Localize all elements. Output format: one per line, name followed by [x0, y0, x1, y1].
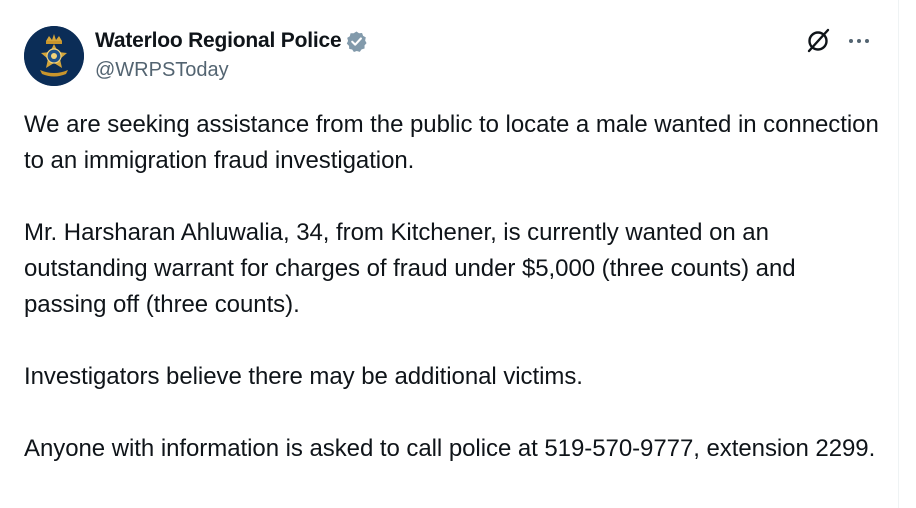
- column-divider: [898, 0, 899, 508]
- tweet-card: Waterloo Regional Police @WRPSToday We a…: [0, 0, 900, 508]
- police-crest-icon: [24, 26, 84, 86]
- author-name-row: Waterloo Regional Police: [95, 29, 368, 53]
- avatar[interactable]: [24, 26, 84, 86]
- grok-icon[interactable]: [804, 27, 832, 55]
- tweet-text: We are seeking assistance from the publi…: [24, 107, 884, 503]
- more-options-icon[interactable]: [846, 28, 872, 54]
- tweet-paragraph: We are seeking assistance from the publi…: [24, 111, 879, 174]
- display-name[interactable]: Waterloo Regional Police: [95, 29, 342, 53]
- tweet-paragraph: Mr. Harsharan Ahluwalia, 34, from Kitche…: [24, 219, 796, 318]
- verified-badge-icon[interactable]: [345, 30, 368, 53]
- tweet-paragraph: Anyone with information is asked to call…: [24, 435, 876, 462]
- handle[interactable]: @WRPSToday: [95, 59, 368, 82]
- tweet-paragraph: Investigators believe there may be addit…: [24, 363, 583, 390]
- author-block: Waterloo Regional Police @WRPSToday: [95, 29, 368, 82]
